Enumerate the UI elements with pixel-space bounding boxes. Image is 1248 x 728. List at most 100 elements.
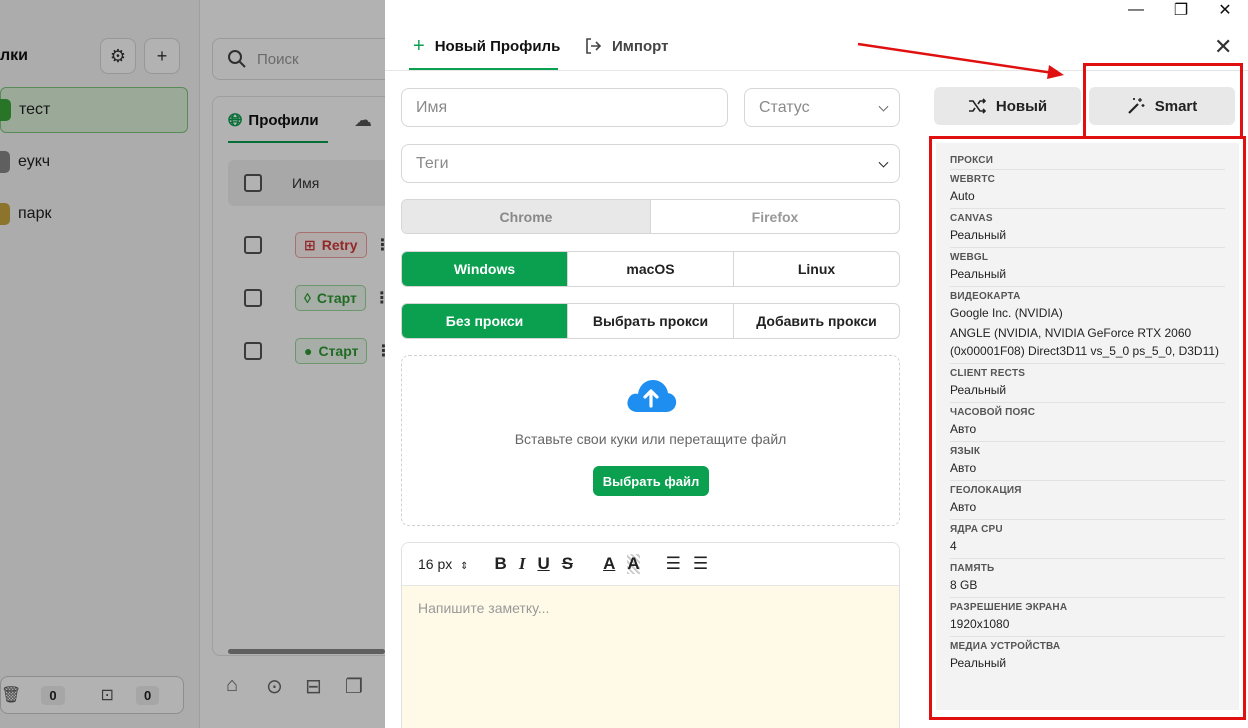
browser-selector: Chrome Firefox [401,199,900,234]
note-placeholder: Напишите заметку... [418,600,550,616]
restore-button[interactable]: ❐ [1158,0,1204,20]
os-selector: Windows macOS Linux [401,251,900,287]
spec-row: ЯЗЫК Авто [950,442,1225,481]
spec-label: ПРОКСИ [950,155,994,166]
notes-editor: 16 px ⇕ B I U S A A ☰ ☰ Напишите заметку… [401,542,900,728]
dropzone-text: Вставьте свои куки или перетащите файл [514,431,787,447]
spec-label: ВИДЕОКАРТА [950,291,1021,302]
window-close-button[interactable]: ✕ [1202,0,1248,20]
spec-value: 8 GB [950,578,978,592]
close-icon: ✕ [1218,2,1232,19]
tags-placeholder: Теги [416,154,449,172]
editor-toolbar: 16 px ⇕ B I U S A A ☰ ☰ [402,543,899,586]
underline-icon[interactable]: U [537,554,549,574]
spec-row: ВИДЕОКАРТА Google Inc. (NVIDIA) ANGLE (NVI… [950,287,1225,364]
spec-value: Реальный [950,656,1007,670]
spec-row: WEBGL Реальный [950,248,1225,287]
spec-value: Реальный [950,267,1007,281]
tab-label: Импорт [612,37,669,55]
spec-label: CLIENT RECTS [950,368,1026,379]
fingerprint-summary: ПРОКСИ WEBRTC Auto CANVAS Реальный WEBGL Реаль… [936,143,1239,710]
spec-row: CLIENT RECTS Реальный [950,364,1225,403]
bullet-list-icon[interactable]: ☰ [693,554,708,574]
background-app: лки ⚙ + тест еукч парк Поиск 🌐︎ Профили … [0,0,385,728]
annotation-arrow [857,42,1064,79]
spec-row: ЧАСОВОЙ ПОЯС Авто [950,403,1225,442]
status-select[interactable]: Статус [744,88,900,127]
name-input[interactable]: Имя [401,88,728,127]
spec-label: CANVAS [950,213,993,224]
strikethrough-icon[interactable]: S [562,554,573,574]
spec-value: ANGLE (NVIDIA, NVIDIA GeForce RTX 2060 (… [950,326,1220,358]
spec-value: Google Inc. (NVIDIA) [950,306,1063,320]
choose-file-button[interactable]: Выбрать файл [593,466,709,496]
spec-label: ПАМЯТЬ [950,563,995,574]
plus-icon: + [413,34,425,57]
magic-wand-icon [1127,98,1145,114]
spec-label: ГЕОЛОКАЦИЯ [950,485,1022,496]
tab-new-profile[interactable]: + Новый Профиль [413,22,560,70]
spec-label: WEBGL [950,252,989,263]
os-linux[interactable]: Linux [734,252,899,286]
spec-value: Авто [950,422,977,436]
os-windows[interactable]: Windows [402,252,568,286]
new-fingerprint-button[interactable]: Новый [934,87,1081,125]
ordered-list-icon[interactable]: ☰ [666,554,681,574]
spec-row: ГЕОЛОКАЦИЯ Авто [950,481,1225,520]
close-icon: ✕ [1214,34,1233,59]
modal-backdrop[interactable] [0,0,385,728]
spec-row: ЯДРА CPU 4 [950,520,1225,559]
italic-icon[interactable]: I [519,554,526,574]
updown-icon: ⇕ [460,561,469,572]
cookie-dropzone[interactable]: Вставьте свои куки или перетащите файл В… [401,355,900,526]
proxy-choose[interactable]: Выбрать прокси [568,304,734,338]
minimize-icon: — [1128,1,1144,18]
spec-row: CANVAS Реальный [950,209,1225,248]
proxy-selector: Без прокси Выбрать прокси Добавить прокс… [401,303,900,339]
spec-row: ПАМЯТЬ 8 GB [950,559,1225,598]
import-icon [586,38,602,54]
tab-import[interactable]: Импорт [584,22,668,70]
minimize-button[interactable]: — [1113,0,1159,20]
spec-row: МЕДИА УСТРОЙСТВА Реальный [950,637,1225,675]
spec-row: WEBRTC Auto [950,170,1225,209]
tab-label: Новый Профиль [434,37,561,55]
spec-value: Авто [950,500,977,514]
spec-label: МЕДИА УСТРОЙСТВА [950,641,1061,652]
spec-label: WEBRTC [950,174,996,185]
restore-icon: ❐ [1173,2,1189,19]
spec-value: Реальный [950,228,1007,242]
shuffle-icon [968,98,986,114]
spec-row: РАЗРЕШЕНИЕ ЭКРАНА 1920x1080 [950,598,1225,637]
text-color-icon[interactable]: A [603,554,615,574]
header-divider [385,70,1248,71]
modal-close-button[interactable]: ✕ [1214,34,1232,60]
proxy-add[interactable]: Добавить прокси [734,304,899,338]
spec-value: Реальный [950,383,1007,397]
status-placeholder: Статус [759,98,810,116]
font-size-select[interactable]: 16 px ⇕ [418,556,469,572]
chevron-down-icon [878,157,889,168]
spec-row: ПРОКСИ [950,151,1225,170]
cloud-upload-icon [627,380,677,412]
spec-label: ЯДРА CPU [950,524,1003,535]
spec-value: 4 [950,539,957,553]
browser-firefox[interactable]: Firefox [651,200,899,233]
spec-value: Auto [950,189,975,203]
name-placeholder: Имя [416,98,448,116]
proxy-none[interactable]: Без прокси [402,304,568,338]
os-macos[interactable]: macOS [568,252,734,286]
note-textarea[interactable]: Напишите заметку... [402,586,899,728]
button-label: Smart [1154,97,1198,115]
highlight-color-icon[interactable]: A [627,554,640,574]
tags-select[interactable]: Теги [401,144,900,183]
spec-label: ЯЗЫК [950,446,981,457]
spec-value: 1920x1080 [950,617,1010,631]
spec-value: Авто [950,461,977,475]
browser-chrome[interactable]: Chrome [402,200,651,233]
chevron-down-icon [878,101,889,112]
bold-icon[interactable]: B [495,554,507,574]
button-label: Новый [995,97,1048,115]
spec-label: РАЗРЕШЕНИЕ ЭКРАНА [950,602,1068,613]
smart-fingerprint-button[interactable]: Smart [1089,87,1235,125]
